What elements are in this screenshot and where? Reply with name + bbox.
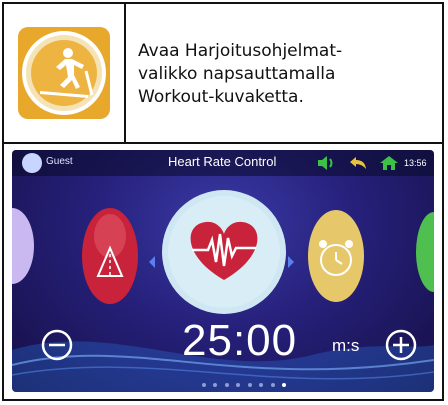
carousel-right-arrow[interactable]	[288, 256, 294, 268]
time-value: 25:00	[182, 316, 298, 365]
volume-icon[interactable]	[316, 154, 338, 172]
status-bar: Guest Heart Rate Control 13:56	[12, 150, 434, 176]
page-dot	[259, 383, 264, 387]
user-name: Guest	[46, 156, 73, 167]
back-icon[interactable]	[348, 154, 370, 172]
page-indicator	[202, 374, 289, 392]
page-dot	[236, 383, 241, 387]
hill-program-icon[interactable]	[82, 208, 138, 304]
instruction-line-1: Avaa Harjoitusohjelmat-	[138, 41, 343, 61]
program-icon-partial-right[interactable]	[416, 212, 434, 292]
page-dot	[224, 383, 229, 387]
user-avatar[interactable]	[22, 153, 42, 173]
home-icon[interactable]	[378, 154, 400, 172]
program-icon-partial-left[interactable]	[12, 208, 34, 284]
page-dot	[247, 383, 252, 387]
decrease-time-button[interactable]	[40, 328, 74, 362]
program-carousel	[12, 190, 434, 314]
page-dot-active	[282, 383, 287, 387]
instruction-card: Avaa Harjoitusohjelmat- valikko napsautt…	[2, 2, 444, 401]
console-screen: Guest Heart Rate Control 13:56 25:00 m:s	[12, 150, 434, 392]
page-dot	[270, 383, 275, 387]
console-screenshot: Guest Heart Rate Control 13:56 25:00 m:s	[12, 150, 434, 392]
timer-program-icon[interactable]	[308, 210, 364, 302]
workout-icon-cell	[4, 4, 126, 142]
heart-rate-program-icon[interactable]	[162, 190, 286, 314]
screen-title: Heart Rate Control	[168, 154, 277, 169]
instruction-text: Avaa Harjoitusohjelmat- valikko napsautt…	[138, 40, 418, 109]
instruction-line-3: Workout-kuvaketta.	[138, 87, 304, 107]
page-dot	[202, 383, 206, 387]
carousel-left-arrow[interactable]	[149, 256, 155, 268]
page-dot	[213, 383, 218, 387]
clock: 13:56	[404, 158, 427, 168]
time-unit: m:s	[332, 336, 360, 355]
instruction-line-2: valikko napsauttamalla	[138, 64, 336, 84]
workout-icon[interactable]	[16, 25, 112, 121]
increase-time-button[interactable]	[384, 328, 418, 362]
instruction-row: Avaa Harjoitusohjelmat- valikko napsautt…	[4, 4, 442, 144]
